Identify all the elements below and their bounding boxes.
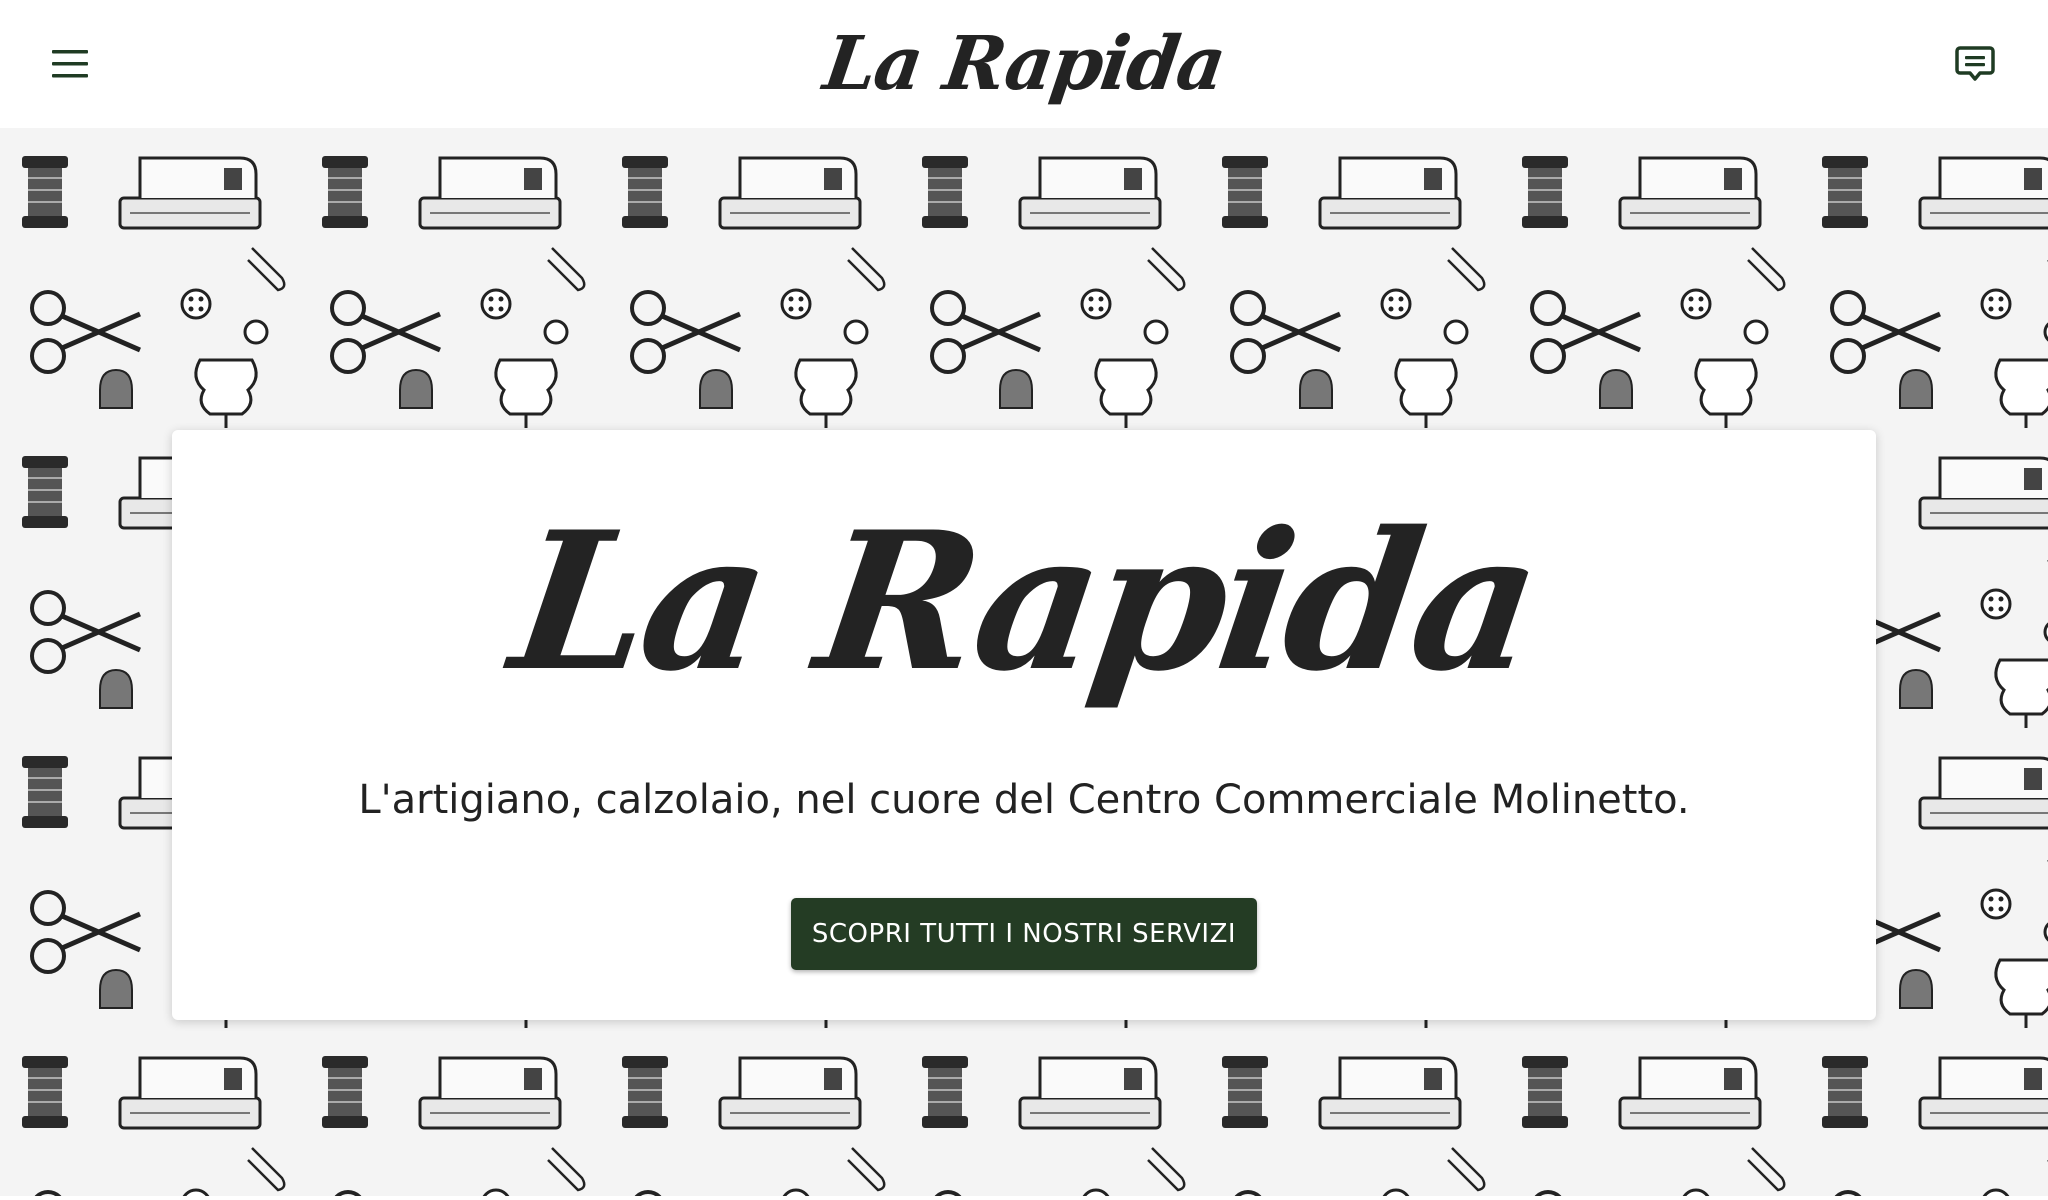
chat-icon[interactable]: [1954, 44, 1996, 86]
hero-card: La Rapida L'artigiano, calzolaio, nel cu…: [172, 430, 1876, 1020]
hero-logo-title: La Rapida: [500, 490, 1548, 713]
site-header: La Rapida: [0, 0, 2048, 128]
hero-section: La Rapida L'artigiano, calzolaio, nel cu…: [0, 128, 2048, 1196]
header-logo[interactable]: La Rapida: [817, 14, 1231, 114]
menu-icon[interactable]: [48, 44, 96, 84]
hero-tagline: L'artigiano, calzolaio, nel cuore del Ce…: [358, 777, 1690, 823]
discover-services-button[interactable]: SCOPRI TUTTI I NOSTRI SERVIZI: [791, 898, 1257, 970]
